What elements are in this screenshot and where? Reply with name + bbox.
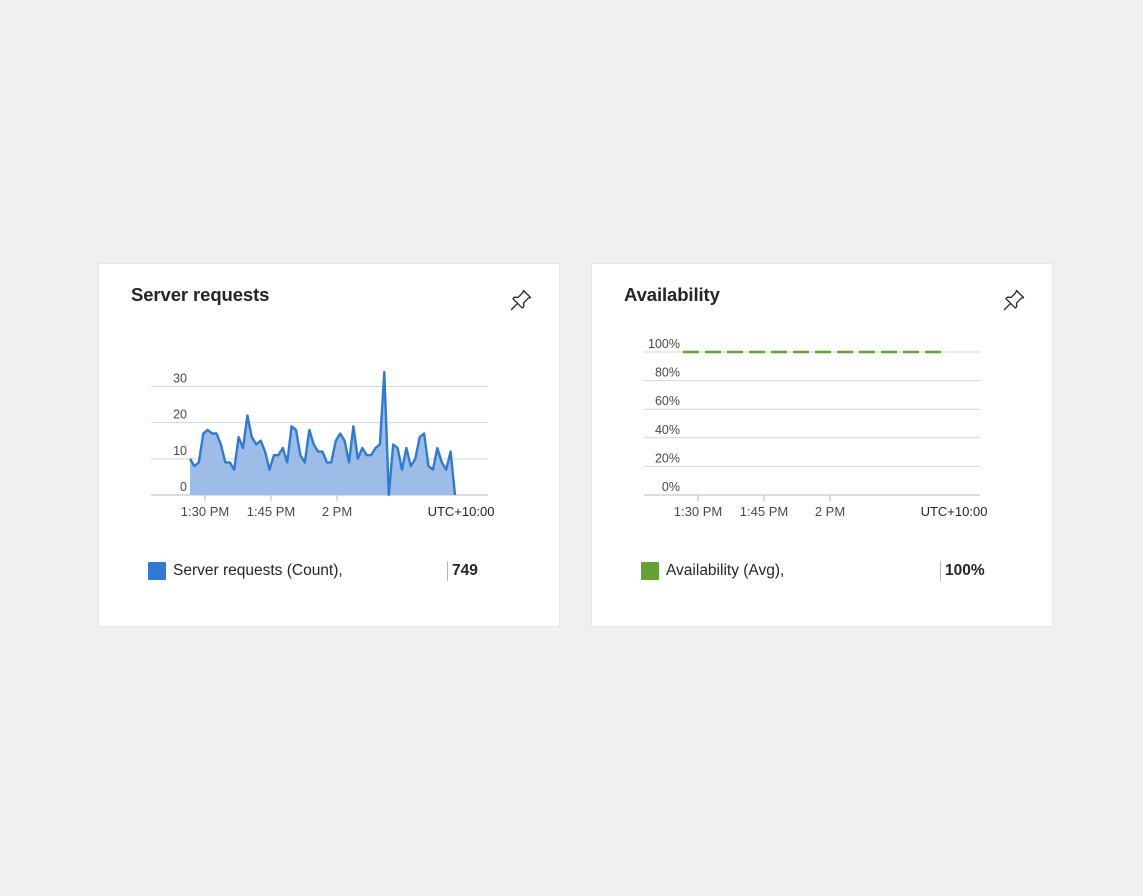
legend-label: Availability (Avg), — [666, 562, 785, 579]
series-area — [190, 372, 455, 495]
y-tick-label: 80% — [655, 366, 680, 380]
x-axis: 1:30 PM 1:45 PM 2 PM UTC+10:00 — [674, 495, 988, 519]
server-requests-card[interactable]: Server requests 0 10 20 30 1:30 PM 1:45 PM 2 P… — [99, 264, 559, 626]
y-tick-label: 60% — [655, 394, 680, 408]
timezone-label: UTC+10:00 — [921, 504, 988, 519]
y-tick-label: 20% — [655, 451, 680, 465]
x-tick-label: 1:30 PM — [674, 504, 722, 519]
chart-legend[interactable]: Server requests (Count), — [148, 560, 488, 582]
x-tick-label: 1:45 PM — [740, 504, 788, 519]
chart-legend[interactable]: Availability (Avg), — [641, 560, 981, 582]
legend-value: 749 — [447, 561, 478, 581]
legend-swatch — [641, 562, 659, 580]
x-tick-label: 2 PM — [322, 504, 352, 519]
legend-swatch — [148, 562, 166, 580]
x-axis: 1:30 PM 1:45 PM 2 PM UTC+10:00 — [181, 495, 495, 519]
y-tick-label: 0% — [662, 480, 680, 494]
y-tick-label: 20 — [173, 408, 187, 422]
x-tick-label: 2 PM — [815, 504, 845, 519]
legend-value: 100% — [940, 561, 985, 581]
gridlines: 0% 20% 40% 60% 80% 100% — [644, 337, 980, 496]
legend-label: Server requests (Count), — [173, 562, 343, 579]
y-tick-label: 30 — [173, 371, 187, 385]
y-tick-label: 40% — [655, 423, 680, 437]
y-tick-label: 10 — [173, 444, 187, 458]
y-tick-label: 100% — [648, 337, 680, 351]
x-tick-label: 1:45 PM — [247, 504, 295, 519]
y-tick-label: 0 — [180, 480, 187, 494]
availability-card[interactable]: Availability 0% 20% 40% 60% 80% 100% 1:30 PM 1:… — [592, 264, 1052, 626]
x-tick-label: 1:30 PM — [181, 504, 229, 519]
timezone-label: UTC+10:00 — [428, 504, 495, 519]
